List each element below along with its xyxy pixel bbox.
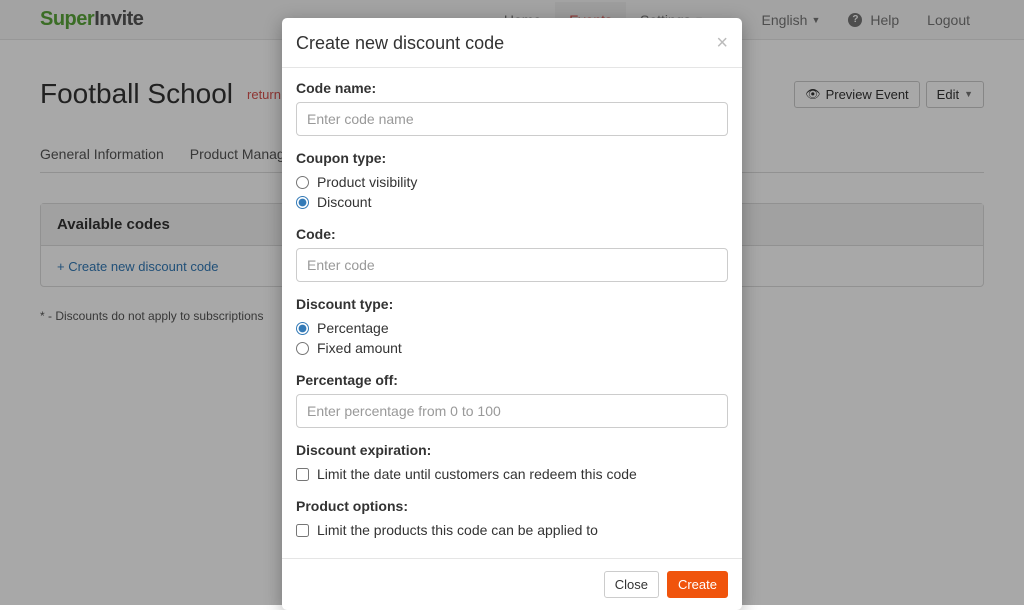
discount-type-label: Discount type: — [296, 296, 728, 312]
limit-products-label: Limit the products this code can be appl… — [317, 522, 598, 538]
modal-overlay: Create new discount code × Code name: Co… — [0, 0, 1024, 605]
coupon-type-visibility-radio[interactable] — [296, 176, 309, 189]
modal-footer: Close Create — [282, 558, 742, 610]
create-discount-modal: Create new discount code × Code name: Co… — [282, 18, 742, 610]
code-name-label: Code name: — [296, 80, 728, 96]
code-name-input[interactable] — [296, 102, 728, 136]
code-input[interactable] — [296, 248, 728, 282]
limit-date-checkbox[interactable] — [296, 468, 309, 481]
product-options-label: Product options: — [296, 498, 728, 514]
modal-title: Create new discount code — [296, 33, 504, 54]
discount-type-fixed-label: Fixed amount — [317, 340, 402, 356]
discount-expiration-label: Discount expiration: — [296, 442, 728, 458]
create-button[interactable]: Create — [667, 571, 728, 598]
coupon-type-discount-label: Discount — [317, 194, 371, 210]
limit-products-checkbox[interactable] — [296, 524, 309, 537]
discount-type-fixed-radio[interactable] — [296, 342, 309, 355]
coupon-type-label: Coupon type: — [296, 150, 728, 166]
modal-body: Code name: Coupon type: Product visibili… — [282, 68, 742, 558]
code-label: Code: — [296, 226, 728, 242]
close-icon[interactable]: × — [716, 32, 728, 55]
discount-type-percentage-label: Percentage — [317, 320, 389, 336]
limit-date-label: Limit the date until customers can redee… — [317, 466, 637, 482]
percentage-off-input[interactable] — [296, 394, 728, 428]
close-button[interactable]: Close — [604, 571, 659, 598]
percentage-off-label: Percentage off: — [296, 372, 728, 388]
coupon-type-visibility-label: Product visibility — [317, 174, 417, 190]
coupon-type-discount-radio[interactable] — [296, 196, 309, 209]
modal-header: Create new discount code × — [282, 18, 742, 68]
discount-type-percentage-radio[interactable] — [296, 322, 309, 335]
